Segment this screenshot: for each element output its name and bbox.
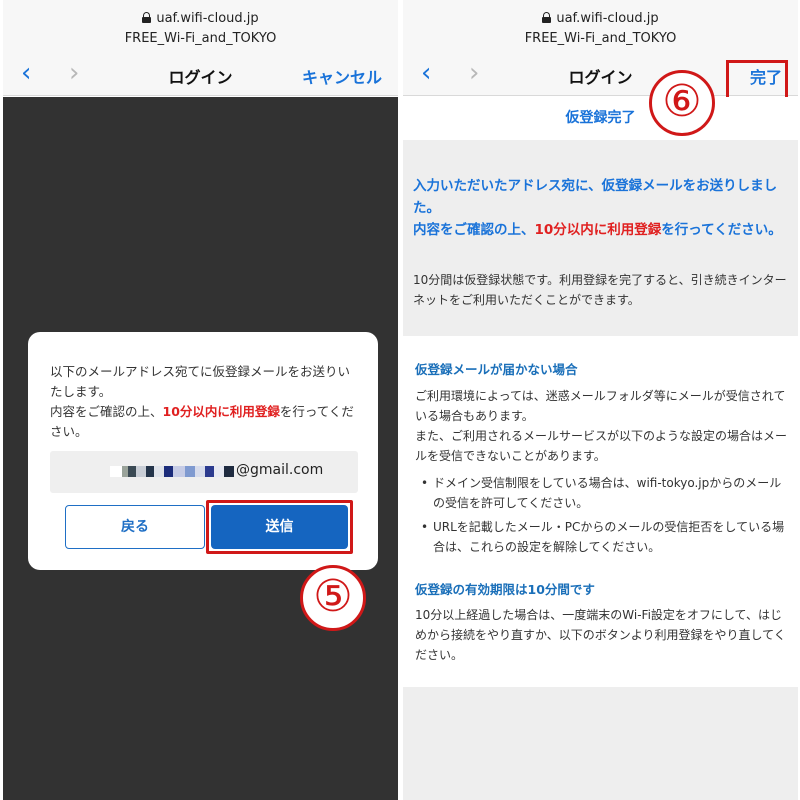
lead-message: 入力いただいたアドレス宛に、仮登録メールをお送りしました。 内容をご確認の上、1… — [413, 175, 788, 241]
step-6-badge: ⑥ — [649, 70, 715, 136]
cancel-button[interactable]: キャンセル — [302, 64, 382, 88]
url-bar[interactable]: uaf.wifi-cloud.jp — [3, 11, 398, 26]
back-button[interactable]: 戻る — [65, 505, 205, 549]
right-screenshot: uaf.wifi-cloud.jp FREE_Wi-Fi_and_TOKYO ‹… — [403, 0, 798, 800]
url-text: uaf.wifi-cloud.jp — [156, 11, 259, 26]
lock-icon — [542, 12, 552, 23]
url-bar[interactable]: uaf.wifi-cloud.jp — [403, 11, 798, 26]
dialog-text-line1: 以下のメールアドレス宛てに仮登録メールをお送りいたします。 — [50, 364, 351, 399]
browser-header: uaf.wifi-cloud.jp FREE_Wi-Fi_and_TOKYO ‹… — [3, 0, 398, 96]
info-block: 入力いただいたアドレス宛に、仮登録メールをお送りしました。 内容をご確認の上、1… — [403, 140, 798, 336]
section-heading-no-mail: 仮登録メールが届かない場合 — [415, 362, 578, 377]
lead-prefix: 内容をご確認の上、 — [413, 222, 535, 238]
page-content: 仮登録完了 入力いただいたアドレス宛に、仮登録メールをお送りしました。 内容をご… — [403, 97, 798, 800]
left-screenshot: uaf.wifi-cloud.jp FREE_Wi-Fi_and_TOKYO ‹… — [3, 0, 398, 800]
ssid-text: FREE_Wi-Fi_and_TOKYO — [524, 31, 677, 46]
lock-icon — [142, 12, 152, 23]
done-highlight-frame — [726, 60, 788, 100]
dialog-text-prefix: 内容をご確認の上、 — [50, 404, 163, 419]
step-5-badge: ⑤ — [300, 565, 366, 631]
dialog-message: 以下のメールアドレス宛てに仮登録メールをお送りいたします。 内容をご確認の上、1… — [50, 362, 360, 442]
section-heading-expiry: 仮登録の有効期限は10分間です — [415, 582, 595, 597]
section-body-settings: また、ご利用されるメールサービスが以下のような設定の場合はメールを受信できないこ… — [415, 429, 788, 463]
ssid-text: FREE_Wi-Fi_and_TOKYO — [124, 31, 277, 46]
list-item: ドメイン受信制限をしている場合は、wifi-tokyo.jpからのメールの受信を… — [415, 473, 787, 513]
section-body-spam: ご利用環境によっては、迷惑メールフォルダ等にメールが受信されている場合もあります… — [415, 389, 786, 423]
email-display: @gmail.com — [50, 451, 358, 493]
lead-suffix: を行ってください。 — [661, 222, 782, 238]
nav-bar: ‹ › ログイン キャンセル — [3, 60, 398, 88]
url-text: uaf.wifi-cloud.jp — [556, 11, 659, 26]
confirm-dialog: 以下のメールアドレス宛てに仮登録メールをお送りいたします。 内容をご確認の上、1… — [28, 332, 378, 570]
masked-email-local-part — [110, 466, 234, 477]
lead-highlight: 10分以内に利用登録 — [534, 222, 662, 238]
list-item: URLを記載したメール・PCからのメールの受信拒否をしている場合は、これらの設定… — [415, 517, 787, 557]
registration-title: 仮登録完了 — [565, 110, 636, 126]
dialog-text-highlight: 10分以内に利用登録 — [162, 404, 280, 419]
email-domain: @gmail.com — [236, 462, 324, 478]
send-button[interactable]: 送信 — [211, 505, 348, 549]
status-note: 10分間は仮登録状態です。利用登録を完了すると、引き続きインターネットをご利用い… — [413, 273, 787, 307]
lead-line1: 入力いただいたアドレス宛に、仮登録メールをお送りしました。 — [413, 178, 778, 216]
settings-list: ドメイン受信制限をしている場合は、wifi-tokyo.jpからのメールの受信を… — [415, 473, 787, 561]
bottom-area — [403, 687, 798, 800]
section-body-expiry: 10分以上経過した場合は、一度端末のWi-Fi設定をオフにして、はじめから接続を… — [415, 608, 786, 662]
